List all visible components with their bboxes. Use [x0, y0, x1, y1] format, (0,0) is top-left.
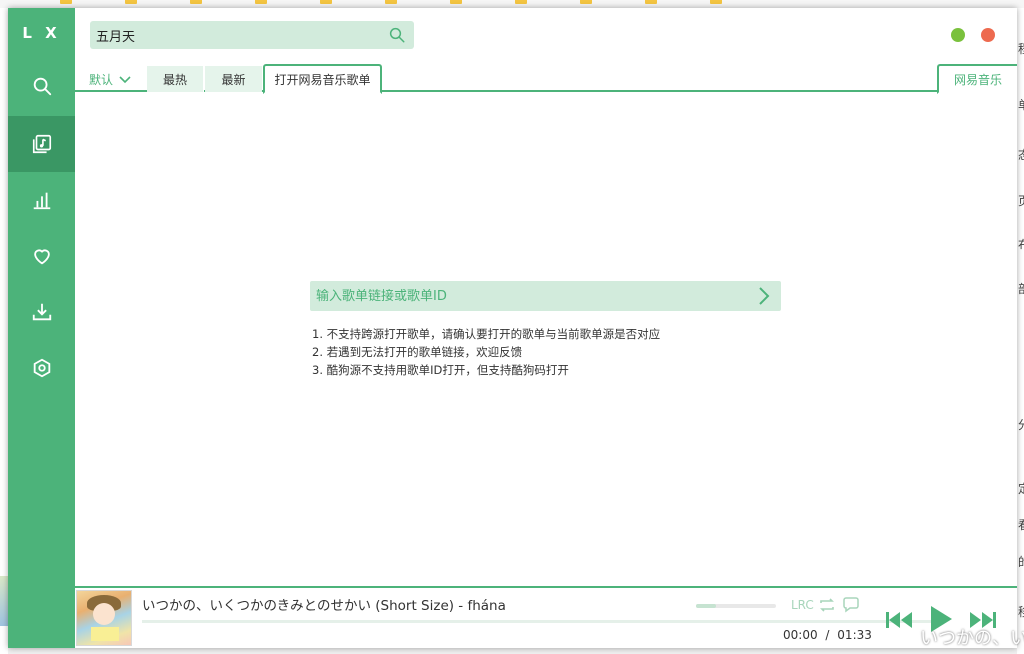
- bookmark-folder: [255, 0, 267, 4]
- comment-icon: [843, 597, 859, 613]
- total-time: 01:33: [837, 628, 872, 642]
- background-text: 布: [1018, 236, 1024, 253]
- songlist-link-input[interactable]: [316, 288, 753, 304]
- open-songlist-button[interactable]: [753, 283, 775, 309]
- previous-button[interactable]: [883, 606, 915, 634]
- comment-button[interactable]: [842, 597, 860, 613]
- chevron-down-icon: [119, 75, 131, 83]
- tip-line: 1. 不支持跨源打开歌单，请确认要打开的歌单与当前歌单源是否对应: [312, 327, 661, 341]
- bookmark-folder: [320, 0, 332, 4]
- folder-icon: [580, 0, 592, 4]
- sidebar-item-favorites[interactable]: [8, 228, 75, 284]
- lyrics-toggle[interactable]: LRC: [791, 598, 814, 612]
- folder-icon: [125, 0, 137, 4]
- bookmark-folder: [515, 0, 527, 4]
- current-time: 00:00: [783, 628, 818, 642]
- background-text: 程: [1018, 40, 1024, 57]
- background-text: 态: [1018, 146, 1024, 163]
- sidebar-item-download[interactable]: [8, 284, 75, 340]
- background-thumbnail: [0, 576, 8, 626]
- background-bookmarks-bar: [0, 0, 1024, 8]
- close-button[interactable]: [981, 28, 995, 42]
- tab-hot[interactable]: 最热: [147, 66, 204, 92]
- search-icon: [389, 27, 405, 43]
- folder-icon: [190, 0, 202, 4]
- tab-new[interactable]: 最新: [205, 66, 262, 92]
- skip-previous-icon: [886, 612, 912, 628]
- main-panel: 默认 最热 最新 打开网易音乐歌单 网易音乐 1. 不支持跨源打开歌单，请确认要…: [75, 8, 1017, 648]
- background-right-edge: 程 单 态 页 布 部 分 定 看 的 移: [1017, 8, 1024, 654]
- folder-icon: [255, 0, 267, 4]
- tab-open-songlist[interactable]: 打开网易音乐歌单: [263, 64, 382, 94]
- album-cover[interactable]: [76, 590, 132, 646]
- cover-art-book: [91, 627, 119, 641]
- folder-icon: [60, 0, 72, 4]
- songlist-link-bar: [310, 281, 781, 311]
- search-input[interactable]: [96, 23, 386, 47]
- bookmark-folder: [385, 0, 397, 4]
- bookmark-folder: [645, 0, 657, 4]
- sort-dropdown-label: 默认: [89, 73, 114, 87]
- bookmark-folder: [710, 0, 722, 4]
- background-overlay-text: いつかの、い: [920, 628, 1024, 649]
- app-window: L X 默认: [8, 8, 1017, 648]
- background-text: 部: [1018, 280, 1024, 297]
- background-text: 单: [1018, 96, 1024, 113]
- open-songlist-tips: 1. 不支持跨源打开歌单，请确认要打开的歌单与当前歌单源是否对应 2. 若遇到无…: [312, 325, 660, 379]
- background-text: 的: [1018, 553, 1024, 570]
- background-text: 移: [1018, 603, 1024, 620]
- sidebar-item-search[interactable]: [8, 58, 75, 114]
- background-text: 定: [1018, 480, 1024, 497]
- source-selector[interactable]: 网易音乐: [937, 64, 1017, 94]
- tip-line: 3. 酷狗源不支持用歌单ID打开，但支持酷狗码打开: [312, 363, 569, 377]
- folder-icon: [385, 0, 397, 4]
- player-bar: いつかの、いくつかのきみとのせかい (Short Size) - fhána L…: [75, 586, 1017, 648]
- time-display: 00:00 / 01:33: [783, 628, 872, 642]
- background-text: 页: [1018, 192, 1024, 209]
- download-icon: [32, 303, 51, 321]
- minimize-button[interactable]: [951, 28, 965, 42]
- bookmark-folder: [125, 0, 137, 4]
- bookmark-folder: [190, 0, 202, 4]
- sort-dropdown[interactable]: 默认: [89, 71, 131, 88]
- tip-line: 2. 若遇到无法打开的歌单链接，欢迎反馈: [312, 345, 523, 359]
- hexagon-settings-icon: [33, 358, 50, 378]
- folder-icon: [515, 0, 527, 4]
- sidebar-item-settings[interactable]: [8, 340, 75, 396]
- repeat-icon: [820, 598, 834, 612]
- background-left-edge: [0, 8, 8, 654]
- music-list-icon: [32, 134, 51, 154]
- repeat-button[interactable]: [818, 597, 836, 613]
- search-icon: [33, 77, 51, 96]
- sidebar-item-leaderboard[interactable]: [8, 172, 75, 228]
- background-text: 看: [1018, 516, 1024, 533]
- folder-icon: [450, 0, 462, 4]
- progress-bar[interactable]: [142, 620, 932, 623]
- heart-icon: [33, 249, 50, 265]
- time-separator: /: [825, 628, 830, 642]
- search-bar: [90, 21, 414, 49]
- bookmark-folder: [580, 0, 592, 4]
- bookmark-folder: [60, 0, 72, 4]
- app-logo: L X: [22, 24, 61, 42]
- sidebar: L X: [8, 8, 75, 648]
- folder-icon: [645, 0, 657, 4]
- song-title: いつかの、いくつかのきみとのせかい (Short Size) - fhána: [142, 598, 506, 614]
- search-button[interactable]: [386, 24, 408, 46]
- bookmark-folder: [450, 0, 462, 4]
- volume-slider[interactable]: [696, 604, 776, 608]
- volume-level: [696, 604, 716, 608]
- background-text: 分: [1018, 416, 1024, 433]
- cover-art-face: [93, 603, 115, 625]
- folder-icon: [710, 0, 722, 4]
- chevron-right-icon: [759, 287, 770, 305]
- bar-chart-icon: [33, 192, 50, 210]
- folder-icon: [320, 0, 332, 4]
- sidebar-item-songlist[interactable]: [8, 116, 75, 172]
- songlist-tabbar: 默认 最热 最新 打开网易音乐歌单 网易音乐: [75, 64, 1017, 94]
